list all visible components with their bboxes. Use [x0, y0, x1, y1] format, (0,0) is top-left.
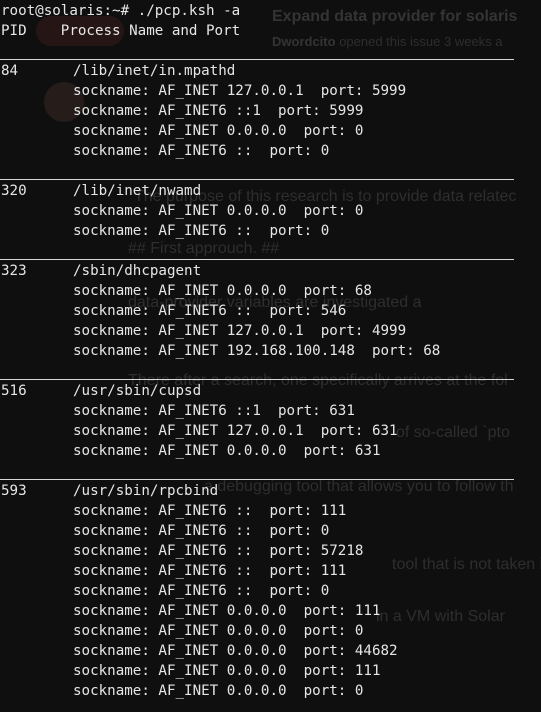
process-pid: 323 — [1, 263, 27, 279]
process-name: /lib/inet/in.mpathd — [73, 63, 236, 79]
socket-line: sockname: AF_INET 0.0.0.0 port: 111 — [73, 663, 381, 679]
process-name: /usr/sbin/cupsd — [73, 383, 202, 399]
socket-line: sockname: AF_INET 127.0.0.1 port: 631 — [73, 423, 398, 439]
header-process-name: Process Name and Port — [60, 23, 241, 39]
socket-line: sockname: AF_INET6 :: port: 0 — [73, 523, 330, 539]
column-header: PID Process Name and Port — [1, 21, 240, 41]
socket-line: sockname: AF_INET 0.0.0.0 port: 0 — [73, 123, 364, 139]
socket-line: sockname: AF_INET6 :: port: 546 — [73, 303, 347, 319]
header-pid: PID — [1, 23, 27, 39]
socket-line: sockname: AF_INET 192.168.100.148 port: … — [73, 343, 441, 359]
socket-line: sockname: AF_INET 127.0.0.1 port: 4999 — [73, 323, 407, 339]
process-pid: 320 — [1, 183, 27, 199]
socket-line: sockname: AF_INET 0.0.0.0 port: 0 — [73, 203, 364, 219]
separator-line — [0, 479, 514, 480]
socket-line: sockname: AF_INET 0.0.0.0 port: 631 — [73, 443, 381, 459]
separator-line — [0, 259, 514, 260]
socket-line: sockname: AF_INET 0.0.0.0 port: 0 — [73, 623, 364, 639]
separator-line — [0, 379, 514, 380]
process-pid: 516 — [1, 383, 27, 399]
socket-line: sockname: AF_INET6 :: port: 0 — [73, 143, 330, 159]
socket-line: sockname: AF_INET6 :: port: 57218 — [73, 543, 364, 559]
socket-line: sockname: AF_INET6 :: port: 0 — [73, 583, 330, 599]
socket-line: sockname: AF_INET 127.0.0.1 port: 5999 — [73, 83, 407, 99]
separator-line — [0, 59, 514, 60]
process-name: /usr/sbin/rpcbind — [73, 483, 219, 499]
socket-line: sockname: AF_INET6 :: port: 111 — [73, 563, 347, 579]
socket-line: sockname: AF_INET6 ::1 port: 5999 — [73, 103, 364, 119]
socket-line: sockname: AF_INET6 ::1 port: 631 — [73, 403, 355, 419]
process-pid: 593 — [1, 483, 27, 499]
socket-line: sockname: AF_INET 0.0.0.0 port: 44682 — [73, 643, 398, 659]
socket-line: sockname: AF_INET 0.0.0.0 port: 111 — [73, 603, 381, 619]
process-pid: 84 — [1, 63, 19, 79]
separator-line — [0, 179, 514, 180]
process-name: /sbin/dhcpagent — [73, 263, 202, 279]
socket-line: sockname: AF_INET6 :: port: 111 — [73, 503, 347, 519]
socket-line: sockname: AF_INET 0.0.0.0 port: 0 — [73, 683, 364, 699]
socket-line: sockname: AF_INET 0.0.0.0 port: 68 — [73, 283, 372, 299]
command-prompt: root@solaris:~# ./pcp.ksh -a — [1, 3, 241, 19]
terminal-window[interactable]: root@solaris:~# ./pcp.ksh -a PID Process… — [0, 0, 541, 712]
socket-line: sockname: AF_INET6 :: port: 0 — [73, 223, 330, 239]
process-name: /lib/inet/nwamd — [73, 183, 202, 199]
